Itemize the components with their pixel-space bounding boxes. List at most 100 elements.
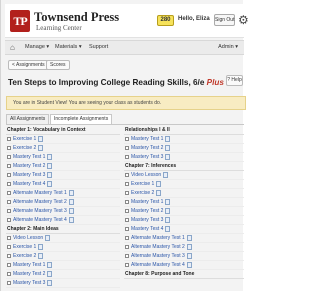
checkbox-icon[interactable] — [125, 218, 129, 222]
document-icon[interactable] — [68, 217, 74, 223]
document-icon[interactable] — [165, 208, 171, 214]
nav-materials[interactable]: Materials ▾ — [55, 44, 82, 50]
document-icon[interactable] — [156, 181, 162, 187]
nav-support[interactable]: Support — [89, 44, 108, 50]
assignment-link[interactable]: Exercise 1 — [13, 244, 36, 250]
assignment-link[interactable]: Mastery Test 1 — [131, 199, 163, 205]
checkbox-icon[interactable] — [7, 164, 11, 168]
checkbox-icon[interactable] — [7, 173, 11, 177]
assignment-link[interactable]: Mastery Test 1 — [13, 262, 45, 268]
document-icon[interactable] — [47, 181, 53, 187]
assignment-link[interactable]: Mastery Test 3 — [131, 217, 163, 223]
nav-manage[interactable]: Manage ▾ — [25, 44, 49, 50]
checkbox-icon[interactable] — [125, 182, 129, 186]
checkbox-icon[interactable] — [7, 245, 11, 249]
document-icon[interactable] — [68, 208, 74, 214]
checkbox-icon[interactable] — [125, 146, 129, 150]
scores-button[interactable]: Scores — [46, 60, 70, 70]
checkbox-icon[interactable] — [125, 155, 129, 159]
document-icon[interactable] — [165, 136, 171, 142]
nav-admin[interactable]: Admin ▾ — [218, 44, 238, 50]
tab-incomplete-assignments[interactable]: Incomplete Assignments — [50, 114, 113, 124]
document-icon[interactable] — [38, 244, 44, 250]
document-icon[interactable] — [186, 262, 192, 268]
assignment-link[interactable]: Alternate Mastery Test 4 — [131, 262, 185, 268]
checkbox-icon[interactable] — [7, 146, 11, 150]
document-icon[interactable] — [186, 244, 192, 250]
gear-icon[interactable]: ⚙ — [238, 13, 250, 27]
assignment-link[interactable]: Mastery Test 1 — [13, 154, 45, 160]
assignments-back-button[interactable]: < Assignments — [8, 60, 49, 70]
checkbox-icon[interactable] — [7, 236, 11, 240]
assignment-link[interactable]: Alternate Mastery Test 4 — [13, 217, 67, 223]
checkbox-icon[interactable] — [7, 137, 11, 141]
assignment-link[interactable]: Mastery Test 2 — [13, 163, 45, 169]
checkbox-icon[interactable] — [7, 263, 11, 267]
document-icon[interactable] — [38, 136, 44, 142]
assignment-link[interactable]: Exercise 2 — [13, 253, 36, 259]
assignment-link[interactable]: Mastery Test 3 — [13, 172, 45, 178]
document-icon[interactable] — [47, 163, 53, 169]
document-icon[interactable] — [47, 280, 53, 286]
assignment-link[interactable]: Mastery Test 3 — [131, 154, 163, 160]
assignment-link[interactable]: Exercise 2 — [13, 145, 36, 151]
assignment-link[interactable]: Video Lesson — [13, 235, 43, 241]
checkbox-icon[interactable] — [125, 245, 129, 249]
assignment-link[interactable]: Alternate Mastery Test 1 — [13, 190, 67, 196]
assignment-link[interactable]: Mastery Test 2 — [131, 208, 163, 214]
assignment-link[interactable]: Mastery Test 1 — [131, 136, 163, 142]
document-icon[interactable] — [45, 235, 51, 241]
home-icon[interactable]: ⌂ — [10, 42, 15, 54]
checkbox-icon[interactable] — [7, 209, 11, 213]
document-icon[interactable] — [186, 253, 192, 259]
assignment-link[interactable]: Exercise 1 — [13, 136, 36, 142]
checkbox-icon[interactable] — [7, 272, 11, 276]
assignment-link[interactable]: Mastery Test 4 — [13, 181, 45, 187]
document-icon[interactable] — [47, 262, 53, 268]
assignment-link[interactable]: Alternate Mastery Test 3 — [13, 208, 67, 214]
document-icon[interactable] — [186, 235, 192, 241]
checkbox-icon[interactable] — [7, 254, 11, 258]
checkbox-icon[interactable] — [125, 227, 129, 231]
document-icon[interactable] — [47, 154, 53, 160]
document-icon[interactable] — [38, 145, 44, 151]
assignment-link[interactable]: Mastery Test 2 — [131, 145, 163, 151]
checkbox-icon[interactable] — [7, 155, 11, 159]
assignment-link[interactable]: Alternate Mastery Test 1 — [131, 235, 185, 241]
checkbox-icon[interactable] — [125, 236, 129, 240]
document-icon[interactable] — [165, 145, 171, 151]
assignment-link[interactable]: Mastery Test 2 — [13, 271, 45, 277]
assignment-link[interactable]: Alternate Mastery Test 3 — [131, 253, 185, 259]
checkbox-icon[interactable] — [7, 182, 11, 186]
checkbox-icon[interactable] — [125, 173, 129, 177]
document-icon[interactable] — [156, 190, 162, 196]
logo-icon[interactable]: TP — [10, 10, 30, 32]
document-icon[interactable] — [165, 154, 171, 160]
assignment-link[interactable]: Mastery Test 4 — [131, 226, 163, 232]
sign-out-button[interactable]: Sign Out — [214, 14, 235, 26]
assignment-link[interactable]: Alternate Mastery Test 2 — [13, 199, 67, 205]
checkbox-icon[interactable] — [125, 191, 129, 195]
checkbox-icon[interactable] — [125, 137, 129, 141]
checkbox-icon[interactable] — [7, 191, 11, 195]
document-icon[interactable] — [165, 199, 171, 205]
document-icon[interactable] — [68, 190, 74, 196]
assignment-link[interactable]: Exercise 1 — [131, 181, 154, 187]
assignment-link[interactable]: Mastery Test 3 — [13, 280, 45, 286]
checkbox-icon[interactable] — [7, 200, 11, 204]
document-icon[interactable] — [38, 253, 44, 259]
checkbox-icon[interactable] — [125, 254, 129, 258]
checkbox-icon[interactable] — [125, 200, 129, 204]
document-icon[interactable] — [165, 226, 171, 232]
help-button[interactable]: ? Help — [226, 75, 243, 86]
assignment-link[interactable]: Exercise 2 — [131, 190, 154, 196]
checkbox-icon[interactable] — [7, 281, 11, 285]
checkbox-icon[interactable] — [7, 218, 11, 222]
document-icon[interactable] — [47, 271, 53, 277]
document-icon[interactable] — [165, 217, 171, 223]
assignment-link[interactable]: Alternate Mastery Test 2 — [131, 244, 185, 250]
document-icon[interactable] — [68, 199, 74, 205]
document-icon[interactable] — [163, 172, 169, 178]
tab-all-assignments[interactable]: All Assignments — [6, 114, 50, 124]
checkbox-icon[interactable] — [125, 263, 129, 267]
